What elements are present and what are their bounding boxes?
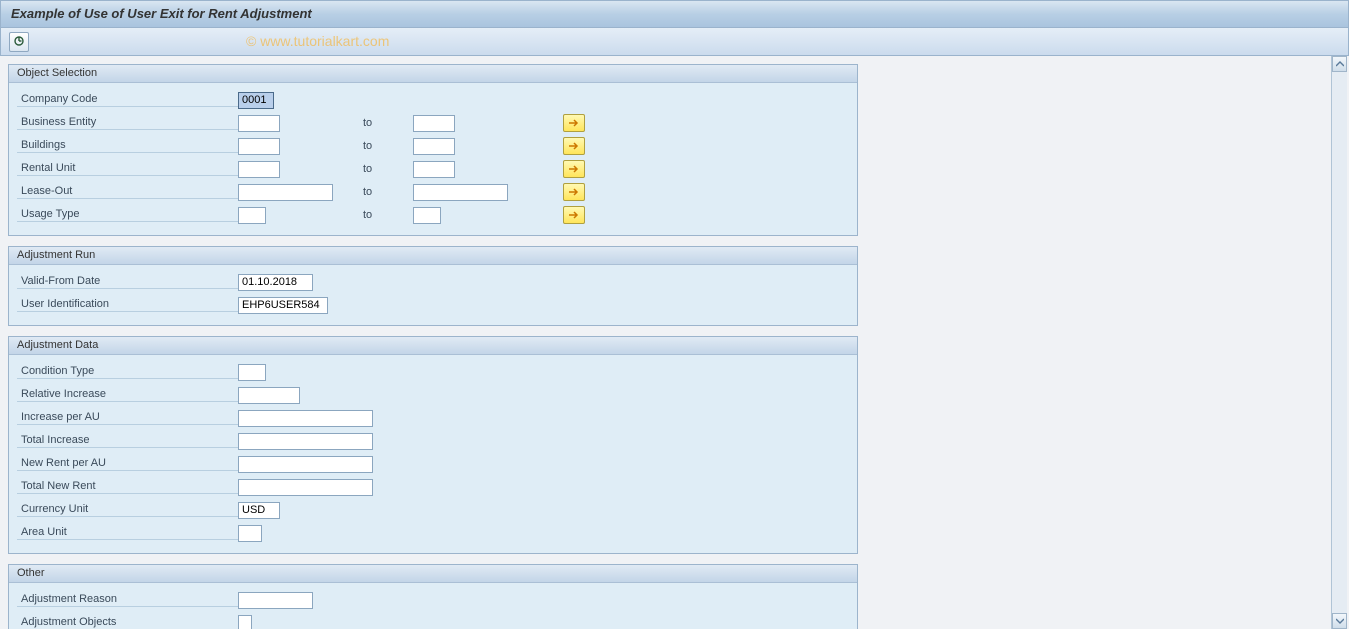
row-valid-from-date: Valid-From Date bbox=[17, 271, 849, 293]
label-to-1: to bbox=[363, 117, 413, 129]
section-adjustment-data: Adjustment Data Condition Type Relative … bbox=[8, 336, 858, 554]
row-adjustment-reason: Adjustment Reason bbox=[17, 589, 849, 611]
arrow-right-icon bbox=[568, 188, 580, 196]
input-adjustment-objects[interactable] bbox=[238, 615, 252, 629]
row-rental-unit: Rental Unit to bbox=[17, 158, 849, 180]
label-to-2: to bbox=[363, 140, 413, 152]
row-buildings: Buildings to bbox=[17, 135, 849, 157]
multi-select-business-entity[interactable] bbox=[563, 114, 585, 132]
watermark: © www.tutorialkart.com bbox=[246, 33, 389, 49]
section-adjustment-run: Adjustment Run Valid-From Date User Iden… bbox=[8, 246, 858, 326]
section-other: Other Adjustment Reason Adjustment Objec… bbox=[8, 564, 858, 629]
label-valid-from-date: Valid-From Date bbox=[17, 275, 238, 289]
label-area-unit: Area Unit bbox=[17, 526, 238, 540]
input-business-entity-to[interactable] bbox=[413, 115, 455, 132]
input-condition-type[interactable] bbox=[238, 364, 266, 381]
execute-icon bbox=[12, 35, 26, 49]
row-business-entity: Business Entity to bbox=[17, 112, 849, 134]
label-adjustment-objects: Adjustment Objects bbox=[17, 616, 238, 629]
input-relative-increase[interactable] bbox=[238, 387, 300, 404]
label-user-identification: User Identification bbox=[17, 298, 238, 312]
row-user-identification: User Identification bbox=[17, 294, 849, 316]
label-usage-type: Usage Type bbox=[17, 208, 238, 222]
input-company-code[interactable] bbox=[238, 92, 274, 109]
input-user-identification[interactable] bbox=[238, 297, 328, 314]
title-bar: Example of Use of User Exit for Rent Adj… bbox=[0, 0, 1349, 28]
row-company-code: Company Code bbox=[17, 89, 849, 111]
input-business-entity-from[interactable] bbox=[238, 115, 280, 132]
section-header: Object Selection bbox=[9, 65, 857, 83]
scrollbar[interactable] bbox=[1331, 56, 1347, 629]
multi-select-buildings[interactable] bbox=[563, 137, 585, 155]
input-total-increase[interactable] bbox=[238, 433, 373, 450]
label-buildings: Buildings bbox=[17, 139, 238, 153]
row-increase-per-au: Increase per AU bbox=[17, 407, 849, 429]
input-adjustment-reason[interactable] bbox=[238, 592, 313, 609]
label-business-entity: Business Entity bbox=[17, 116, 238, 130]
input-lease-out-to[interactable] bbox=[413, 184, 508, 201]
row-area-unit: Area Unit bbox=[17, 522, 849, 544]
input-rental-unit-from[interactable] bbox=[238, 161, 280, 178]
input-usage-type-from[interactable] bbox=[238, 207, 266, 224]
row-total-increase: Total Increase bbox=[17, 430, 849, 452]
input-lease-out-from[interactable] bbox=[238, 184, 333, 201]
multi-select-rental-unit[interactable] bbox=[563, 160, 585, 178]
section-body: Valid-From Date User Identification bbox=[9, 265, 857, 325]
arrow-right-icon bbox=[568, 165, 580, 173]
chevron-up-icon bbox=[1336, 61, 1344, 67]
label-to-4: to bbox=[363, 186, 413, 198]
label-to-5: to bbox=[363, 209, 413, 221]
input-usage-type-to[interactable] bbox=[413, 207, 441, 224]
row-lease-out: Lease-Out to bbox=[17, 181, 849, 203]
input-valid-from-date[interactable] bbox=[238, 274, 313, 291]
label-total-new-rent: Total New Rent bbox=[17, 480, 238, 494]
label-adjustment-reason: Adjustment Reason bbox=[17, 593, 238, 607]
section-object-selection: Object Selection Company Code Business E… bbox=[8, 64, 858, 236]
input-buildings-to[interactable] bbox=[413, 138, 455, 155]
row-relative-increase: Relative Increase bbox=[17, 384, 849, 406]
multi-select-lease-out[interactable] bbox=[563, 183, 585, 201]
label-condition-type: Condition Type bbox=[17, 365, 238, 379]
multi-select-usage-type[interactable] bbox=[563, 206, 585, 224]
input-increase-per-au[interactable] bbox=[238, 410, 373, 427]
toolbar: © www.tutorialkart.com bbox=[0, 28, 1349, 56]
section-header: Other bbox=[9, 565, 857, 583]
page-title: Example of Use of User Exit for Rent Adj… bbox=[11, 6, 312, 21]
chevron-down-icon bbox=[1336, 618, 1344, 624]
arrow-right-icon bbox=[568, 211, 580, 219]
section-header: Adjustment Run bbox=[9, 247, 857, 265]
input-buildings-from[interactable] bbox=[238, 138, 280, 155]
input-new-rent-per-au[interactable] bbox=[238, 456, 373, 473]
arrow-right-icon bbox=[568, 142, 580, 150]
section-body: Company Code Business Entity to Building… bbox=[9, 83, 857, 235]
label-to-3: to bbox=[363, 163, 413, 175]
row-total-new-rent: Total New Rent bbox=[17, 476, 849, 498]
section-body: Condition Type Relative Increase Increas… bbox=[9, 355, 857, 553]
row-currency-unit: Currency Unit bbox=[17, 499, 849, 521]
label-total-increase: Total Increase bbox=[17, 434, 238, 448]
label-relative-increase: Relative Increase bbox=[17, 388, 238, 402]
arrow-right-icon bbox=[568, 119, 580, 127]
label-new-rent-per-au: New Rent per AU bbox=[17, 457, 238, 471]
label-company-code: Company Code bbox=[17, 93, 238, 107]
content-area: Object Selection Company Code Business E… bbox=[0, 56, 858, 629]
label-rental-unit: Rental Unit bbox=[17, 162, 238, 176]
section-header: Adjustment Data bbox=[9, 337, 857, 355]
row-condition-type: Condition Type bbox=[17, 361, 849, 383]
input-currency-unit[interactable] bbox=[238, 502, 280, 519]
row-usage-type: Usage Type to bbox=[17, 204, 849, 226]
section-body: Adjustment Reason Adjustment Objects bbox=[9, 583, 857, 629]
row-adjustment-objects: Adjustment Objects bbox=[17, 612, 849, 629]
execute-button[interactable] bbox=[9, 32, 29, 52]
input-total-new-rent[interactable] bbox=[238, 479, 373, 496]
scroll-up-button[interactable] bbox=[1332, 56, 1347, 72]
input-area-unit[interactable] bbox=[238, 525, 262, 542]
label-increase-per-au: Increase per AU bbox=[17, 411, 238, 425]
label-lease-out: Lease-Out bbox=[17, 185, 238, 199]
label-currency-unit: Currency Unit bbox=[17, 503, 238, 517]
input-rental-unit-to[interactable] bbox=[413, 161, 455, 178]
row-new-rent-per-au: New Rent per AU bbox=[17, 453, 849, 475]
scroll-down-button[interactable] bbox=[1332, 613, 1347, 629]
